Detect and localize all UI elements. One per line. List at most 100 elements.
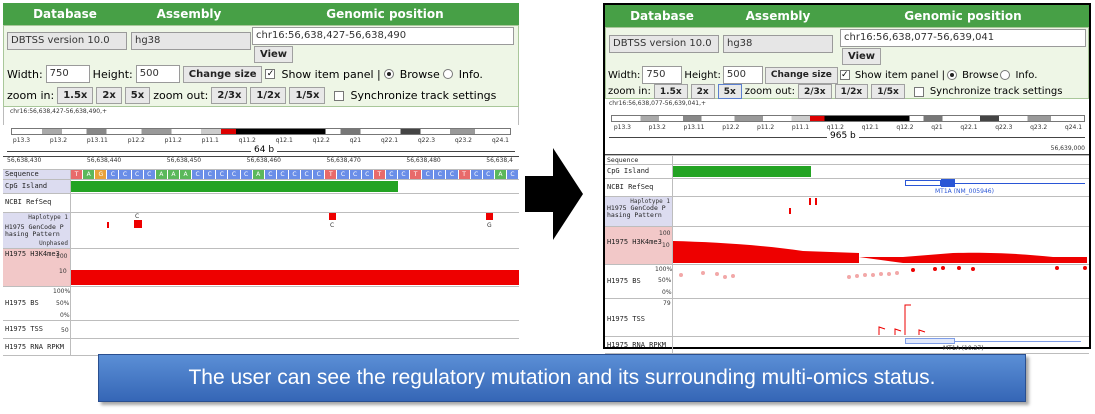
assembly-select[interactable]: hg38 bbox=[723, 35, 833, 53]
browse-radio[interactable] bbox=[947, 70, 958, 80]
phasing-label-line2: hasing Pattern bbox=[607, 211, 662, 219]
track-label-cpg: CpG Island bbox=[3, 180, 71, 193]
zoom-out-2-3x-button[interactable]: 2/3x bbox=[211, 87, 248, 104]
zoom-in-5x-button[interactable]: 5x bbox=[717, 84, 742, 99]
zoom-out-label: zoom out: bbox=[153, 89, 209, 102]
sequence-track[interactable]: Sequence bbox=[605, 155, 1089, 164]
snp-marker[interactable] bbox=[809, 198, 811, 205]
refseq-track[interactable]: NCBI RefSeq MT1A (NM_005946) bbox=[605, 178, 1089, 196]
zoom-in-2x-button[interactable]: 2x bbox=[690, 84, 715, 99]
snp-marker[interactable] bbox=[329, 213, 336, 220]
zoom-out-1-5x-button[interactable]: 1/5x bbox=[871, 84, 905, 99]
zoom-out-1-2x-button[interactable]: 1/2x bbox=[250, 87, 287, 104]
show-item-panel-checkbox[interactable]: ✓ bbox=[839, 70, 850, 80]
height-input[interactable]: 500 bbox=[135, 65, 180, 83]
axis-label: 100% bbox=[655, 266, 673, 273]
rna-exon[interactable] bbox=[905, 338, 955, 344]
database-select[interactable]: DBTSS version 10.0 bbox=[609, 35, 719, 53]
sync-checkbox[interactable] bbox=[334, 90, 345, 101]
h3k4me3-track[interactable]: H1975 H3K4me3 100 10 bbox=[605, 226, 1089, 264]
show-item-panel-checkbox[interactable]: ✓ bbox=[265, 69, 276, 79]
band-label: q11.2 bbox=[826, 124, 844, 131]
snp-marker[interactable] bbox=[134, 220, 142, 228]
sync-checkbox[interactable] bbox=[913, 86, 924, 97]
rna-track[interactable]: H1975 RNA RPKM MT1A (10.37) bbox=[605, 336, 1089, 354]
ruler-tick: 56,638,470 bbox=[326, 157, 361, 164]
database-header: Database bbox=[33, 7, 97, 21]
bs-track[interactable]: H1975 BS 100% 50% 0% bbox=[3, 286, 519, 320]
ruler-tick: 56,638,4 bbox=[486, 157, 513, 164]
band-label: p13.3 bbox=[613, 124, 631, 131]
snp-marker[interactable] bbox=[486, 213, 493, 220]
sync-label: Synchronize track settings bbox=[350, 89, 497, 102]
zoom-in-1-5x-button[interactable]: 1.5x bbox=[57, 87, 94, 104]
cpg-track[interactable]: CpG Island bbox=[605, 164, 1089, 178]
tss-track[interactable]: H1975 TSS 50 bbox=[3, 320, 519, 338]
snp-marker[interactable] bbox=[789, 208, 791, 214]
sequence-base: T bbox=[410, 170, 423, 179]
change-size-button[interactable]: Change size bbox=[182, 65, 263, 83]
zoom-out-2-3x-button[interactable]: 2/3x bbox=[797, 84, 832, 99]
sequence-base: C bbox=[446, 170, 459, 179]
gene-label[interactable]: MT1A (NM_005946) bbox=[935, 188, 994, 195]
band-label: p13.3 bbox=[12, 137, 31, 144]
h3k4me3-track[interactable]: H1975 H3K4me3 100 10 bbox=[3, 248, 519, 286]
zoom-in-2x-button[interactable]: 2x bbox=[96, 87, 122, 104]
track-label-cpg: CpG Island bbox=[605, 165, 673, 178]
cpg-island-feature[interactable] bbox=[673, 166, 811, 177]
database-header: Database bbox=[630, 9, 694, 23]
gene-exon[interactable] bbox=[941, 179, 955, 187]
cpg-track[interactable]: CpG Island bbox=[3, 179, 519, 193]
sequence-base: C bbox=[107, 170, 120, 179]
track-label-rna: H1975 RNA RPKM bbox=[605, 337, 673, 353]
control-panel: DBTSS version 10.0 hg38 chr16:56,638,077… bbox=[605, 27, 1089, 99]
position-input[interactable]: chr16:56,638,427-56,638,490 bbox=[252, 27, 514, 45]
zoom-in-1-5x-button[interactable]: 1.5x bbox=[653, 84, 688, 99]
band-label: q22.3 bbox=[995, 124, 1013, 131]
zoom-in-5x-button[interactable]: 5x bbox=[124, 87, 151, 104]
coordinate-header: chr16:56,638,427-56,638,490,+ bbox=[10, 108, 108, 115]
cpg-island-feature[interactable] bbox=[71, 181, 398, 192]
axis-label: 10 bbox=[59, 268, 67, 275]
sequence-base: C bbox=[349, 170, 362, 179]
refseq-track[interactable]: NCBI RefSeq bbox=[3, 193, 519, 212]
sequence-base: T bbox=[71, 170, 84, 179]
view-button[interactable]: View bbox=[842, 48, 882, 65]
sequence-base: A bbox=[167, 170, 180, 179]
change-size-button[interactable]: Change size bbox=[764, 66, 838, 84]
gene-utr[interactable] bbox=[905, 180, 941, 186]
sequence-track[interactable]: Sequence TAGCCCCAAACCCCCACCCCCTCCCTCCTCC… bbox=[3, 169, 520, 179]
width-input[interactable]: 750 bbox=[45, 65, 90, 83]
band-label: q11.2 bbox=[238, 137, 256, 144]
sequence-base: C bbox=[301, 170, 314, 179]
sequence-base: T bbox=[458, 170, 471, 179]
phasing-track[interactable]: H1975 GenCode P hasing Pattern Haplotype… bbox=[3, 212, 519, 248]
chromosome-ideogram[interactable]: p13.3 p13.2 p13.11 p12.2 p11.2 p11.1 q11… bbox=[3, 125, 519, 147]
chromosome-ideogram[interactable]: p13.3 p13.2 p13.11 p12.2 p11.2 p11.1 q11… bbox=[605, 113, 1089, 133]
band-label: q12.2 bbox=[896, 124, 914, 131]
width-input[interactable]: 750 bbox=[642, 66, 683, 84]
position-input[interactable]: chr16:56,638,077-56,639,041 bbox=[840, 29, 1086, 47]
height-input[interactable]: 500 bbox=[722, 66, 763, 84]
phasing-track[interactable]: H1975 GenCode P hasing Pattern Haplotype… bbox=[605, 196, 1089, 226]
bs-track[interactable]: H1975 BS 100% 50% 0% bbox=[605, 264, 1089, 298]
rna-gene-label: MT1A (10.37) bbox=[943, 345, 984, 352]
database-select[interactable]: DBTSS version 10.0 bbox=[7, 32, 127, 50]
scale-bar: 965 b bbox=[605, 131, 1089, 143]
info-radio[interactable] bbox=[1000, 70, 1011, 80]
zoom-out-1-2x-button[interactable]: 1/2x bbox=[834, 84, 869, 99]
view-button[interactable]: View bbox=[254, 46, 294, 63]
zoom-out-1-5x-button[interactable]: 1/5x bbox=[289, 87, 326, 104]
assembly-select[interactable]: hg38 bbox=[131, 32, 251, 50]
haplotype-label: Haplotype 1 bbox=[28, 214, 68, 221]
axis-label: 10 bbox=[662, 242, 670, 249]
tss-track[interactable]: H1975 TSS 79 bbox=[605, 298, 1089, 336]
sequence-base: C bbox=[240, 170, 253, 179]
tss-peaks bbox=[878, 304, 926, 335]
browse-radio[interactable] bbox=[383, 69, 394, 79]
header-bar: Database Assembly Genomic position bbox=[605, 5, 1089, 27]
info-radio[interactable] bbox=[442, 69, 453, 79]
sync-label: Synchronize track settings bbox=[929, 86, 1063, 97]
height-label: Height: bbox=[684, 69, 721, 81]
snp-marker[interactable] bbox=[815, 198, 817, 205]
